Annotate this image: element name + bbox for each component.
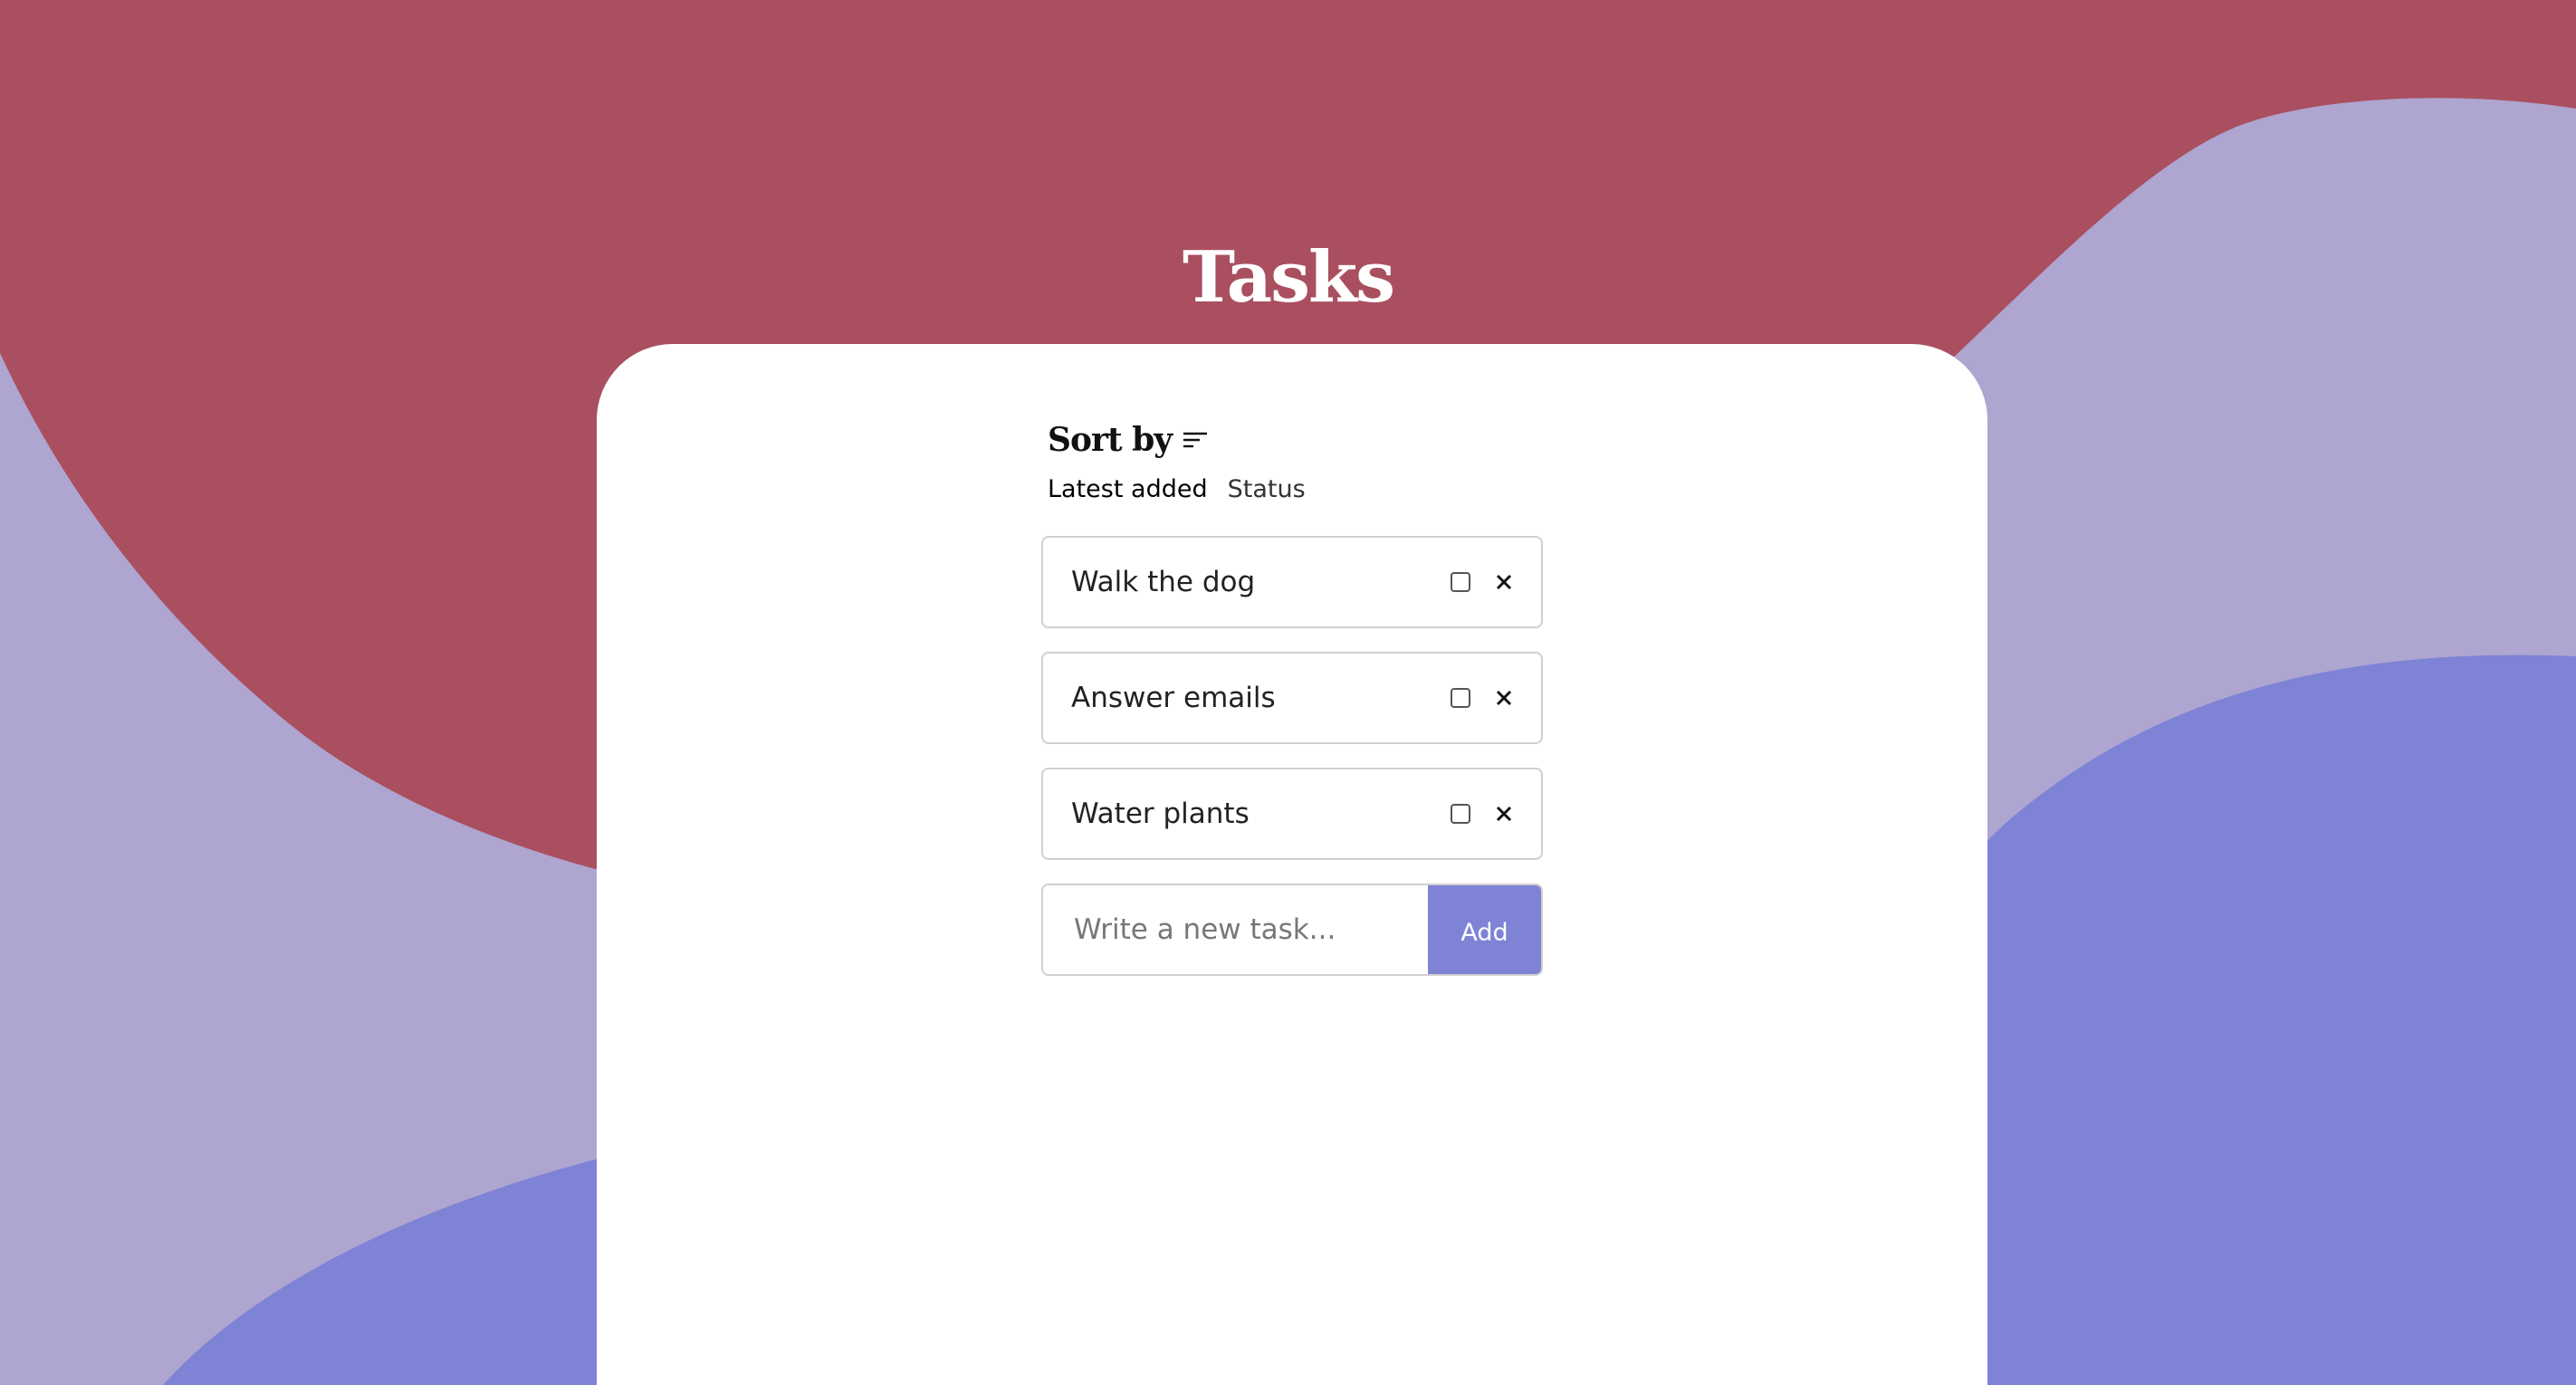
close-icon[interactable]	[1494, 572, 1514, 592]
task-label: Walk the dog	[1071, 566, 1256, 598]
task-item: Water plants	[1041, 768, 1543, 860]
task-panel: Sort by Latest added Status Walk the dog	[1041, 416, 1543, 976]
close-icon[interactable]	[1494, 688, 1514, 708]
new-task-form: Add	[1041, 884, 1543, 976]
sort-title: Sort by	[1048, 421, 1173, 459]
task-checkbox[interactable]	[1451, 572, 1470, 592]
task-checkbox[interactable]	[1451, 688, 1470, 708]
sort-option-status[interactable]: Status	[1228, 475, 1306, 503]
close-icon[interactable]	[1494, 804, 1514, 824]
page-title: Tasks	[1183, 236, 1395, 319]
task-label: Answer emails	[1071, 682, 1276, 714]
sort-options: Latest added Status	[1048, 469, 1543, 509]
sort-option-latest-added[interactable]: Latest added	[1048, 475, 1208, 503]
sort-lines-icon	[1183, 430, 1208, 450]
add-button[interactable]: Add	[1428, 885, 1541, 974]
task-item: Answer emails	[1041, 652, 1543, 744]
new-task-input[interactable]	[1043, 885, 1428, 974]
task-list: Walk the dog Answer emails Water plants	[1041, 536, 1543, 860]
task-checkbox[interactable]	[1451, 804, 1470, 824]
sort-heading: Sort by	[1048, 416, 1543, 463]
task-item: Walk the dog	[1041, 536, 1543, 628]
task-label: Water plants	[1071, 798, 1250, 830]
